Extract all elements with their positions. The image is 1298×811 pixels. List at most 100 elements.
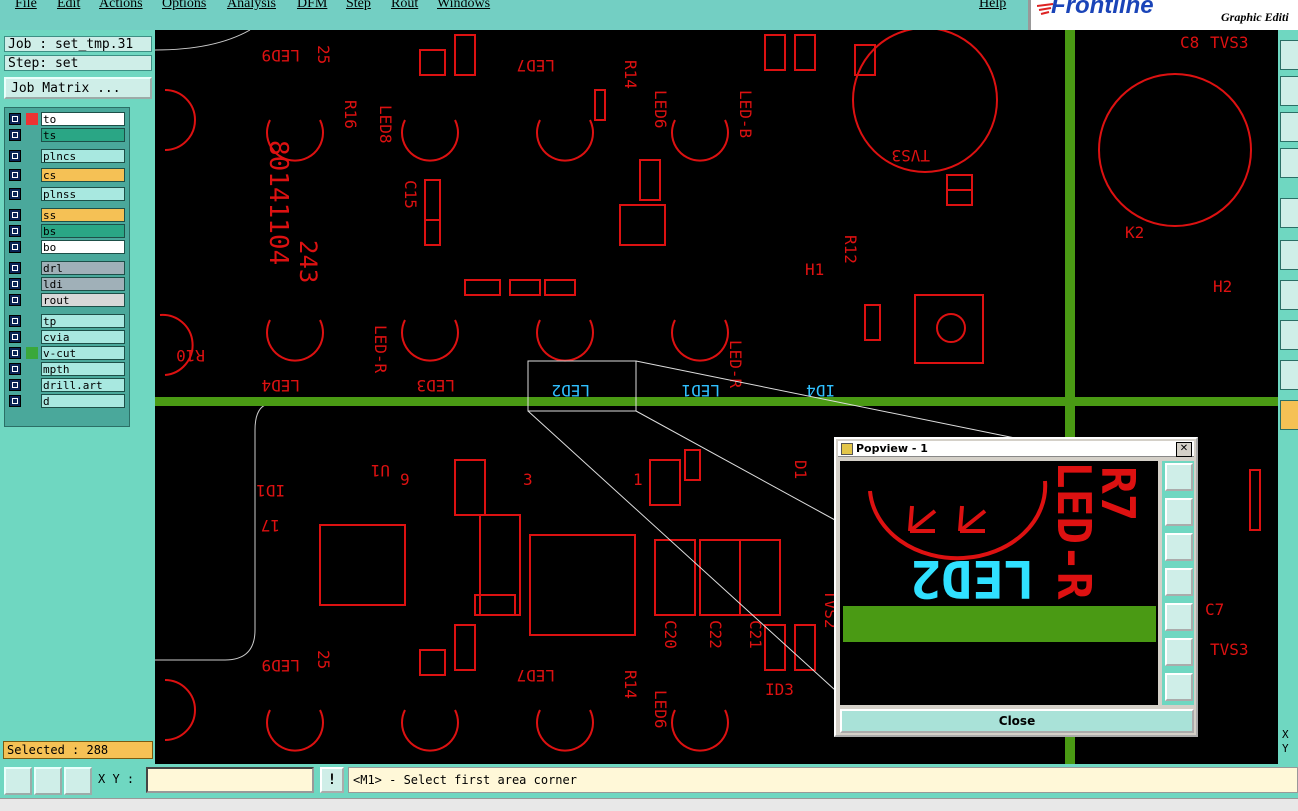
job-matrix-button[interactable]: Job Matrix ... [4,77,152,99]
layer-checkbox[interactable] [9,188,21,200]
popview-pan-up-button[interactable] [1165,498,1193,526]
layer-label[interactable]: v-cut [41,346,125,360]
menu-help[interactable]: Help [979,0,1006,12]
layer-row-plncs[interactable]: plncs [7,149,127,164]
popview-zoom-drawing[interactable]: R7 LED-R LED2 [840,461,1158,705]
layer-label[interactable]: rout [41,293,125,307]
logo-name: Frontline [1051,0,1154,19]
layer-row-cs[interactable]: cs [7,168,127,183]
popview-close-icon[interactable]: ✕ [1176,442,1192,457]
layer-row-ts[interactable]: ts [7,128,127,143]
popview-zoom-out-button[interactable] [1165,638,1193,666]
layer-label[interactable]: d [41,394,125,408]
layer-label[interactable]: to [41,112,125,126]
zoom-area-button[interactable] [4,767,32,795]
menu-analysis[interactable]: Analysis [227,0,276,12]
right-toolbar: X Y [1278,30,1298,764]
layer-checkbox[interactable] [9,331,21,343]
layer-row-drill-art[interactable]: drill.art [7,378,127,393]
layer-label[interactable]: drl [41,261,125,275]
layer-label[interactable]: plncs [41,149,125,163]
layer-row-mpth[interactable]: mpth [7,362,127,377]
grid-button[interactable] [64,767,92,795]
popview-fit-button[interactable] [1165,673,1193,701]
layer-row-d[interactable]: d [7,394,127,409]
layer-indicator [26,225,38,237]
layer-label[interactable]: plnss [41,187,125,201]
logo-subtitle: Graphic Editi [1221,10,1289,24]
menu-options[interactable]: Options [162,0,206,12]
svg-text:R10: R10 [176,346,205,365]
menu-actions[interactable]: Actions [99,0,143,12]
popview-titlebar[interactable]: Popview - 1 ✕ [838,441,1194,457]
popview-led2-label: LED2 [910,548,1035,608]
job-field: Job : set_tmp.31 [4,36,152,52]
layer-checkbox[interactable] [9,278,21,290]
layer-row-drl[interactable]: drl [7,261,127,276]
layer-checkbox[interactable] [9,113,21,125]
highlight-tool-button[interactable] [1280,400,1298,430]
layer-label[interactable]: drill.art [41,378,125,392]
layer-row-bs[interactable]: bs [7,224,127,239]
svg-text:C20: C20 [661,620,680,649]
menu-file[interactable]: File [15,0,37,12]
layer-checkbox[interactable] [9,379,21,391]
svg-text:C22: C22 [706,620,725,649]
layer-row-v-cut[interactable]: v-cut [7,346,127,361]
layer-label[interactable]: bs [41,224,125,238]
svg-text:17: 17 [261,516,280,535]
zoom-tool-button[interactable] [1280,112,1298,142]
popview-close-button[interactable]: Close [840,709,1194,733]
layer-checkbox[interactable] [9,225,21,237]
layer-row-ldi[interactable]: ldi [7,277,127,292]
measure-button[interactable] [34,767,62,795]
layer-row-cvia[interactable]: cvia [7,330,127,345]
layer-checkbox[interactable] [9,315,21,327]
layer-row-rout[interactable]: rout [7,293,127,308]
layer-label[interactable]: cs [41,168,125,182]
popview-pan-down-button[interactable] [1165,533,1193,561]
frontline-logo: Frontline Graphic Editi [1028,0,1298,30]
view-tool-button[interactable] [1280,40,1298,70]
menu-rout[interactable]: Rout [391,0,418,12]
layer-checkbox[interactable] [9,395,21,407]
layer-checkbox[interactable] [9,129,21,141]
layer-checkbox[interactable] [9,347,21,359]
layer-row-plnss[interactable]: plnss [7,187,127,202]
pan-tool-button[interactable] [1280,76,1298,106]
layer-row-bo[interactable]: bo [7,240,127,255]
popview-zoom-in-button[interactable] [1165,463,1193,491]
layer-label[interactable]: ss [41,208,125,222]
snap-tool-button[interactable] [1280,320,1298,350]
popview-canvas[interactable]: R7 LED-R LED2 [840,461,1158,705]
layer-checkbox[interactable] [9,150,21,162]
layer-checkbox[interactable] [9,294,21,306]
menu-step[interactable]: Step [346,0,371,12]
warning-button[interactable]: ! [320,767,344,793]
layer-label[interactable]: ts [41,128,125,142]
popview-pan-right-button[interactable] [1165,603,1193,631]
layer-label[interactable]: bo [41,240,125,254]
net-tool-button[interactable] [1280,240,1298,270]
menu-windows[interactable]: Windows [437,0,490,12]
menu-dfm[interactable]: DFM [297,0,327,12]
display-tool-button[interactable] [1280,198,1298,228]
fit-tool-button[interactable] [1280,148,1298,178]
layer-label[interactable]: tp [41,314,125,328]
layer-checkbox[interactable] [9,262,21,274]
layer-checkbox[interactable] [9,169,21,181]
layer-checkbox[interactable] [9,241,21,253]
popview-pan-left-button[interactable] [1165,568,1193,596]
layer-row-ss[interactable]: ss [7,208,127,223]
layer-row-to[interactable]: to [7,112,127,127]
layer-label[interactable]: ldi [41,277,125,291]
layer-label[interactable]: cvia [41,330,125,344]
measure-tool-button[interactable] [1280,280,1298,310]
layer-row-tp[interactable]: tp [7,314,127,329]
layer-checkbox[interactable] [9,363,21,375]
menu-edit[interactable]: Edit [57,0,80,12]
layer-label[interactable]: mpth [41,362,125,376]
angle-tool-button[interactable] [1280,360,1298,390]
xy-input[interactable] [146,767,314,793]
layer-checkbox[interactable] [9,209,21,221]
